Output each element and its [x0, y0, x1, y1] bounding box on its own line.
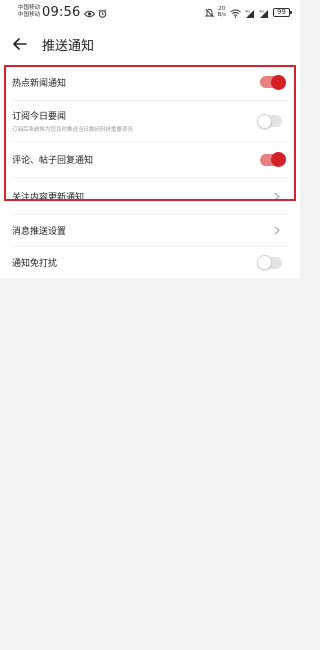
do-not-disturb-label: 通知免打扰	[12, 259, 58, 269]
alarm-icon	[98, 3, 107, 22]
daily-brief-label: 订阅今日要闻	[12, 112, 67, 122]
eye-icon	[84, 3, 96, 22]
battery-level: 99	[277, 7, 286, 16]
daily-brief-desc: 订阅后系统将为您及时推送当日数码科技重要资讯	[12, 127, 134, 133]
setting-do-not-disturb[interactable]: 通知免打扰	[0, 247, 300, 278]
carrier-2: 中国移动	[18, 12, 41, 18]
setting-follow-updates[interactable]: 关注内容更新通知	[0, 178, 300, 214]
status-bar: 中国移动 中国移动 09:56 20 B/s 4G 4G 99	[0, 0, 300, 24]
mute-bell-icon	[204, 3, 214, 22]
signal-icon-2: 4G	[259, 3, 269, 22]
settings-list: 热点新闻通知 订阅今日要闻 订阅后系统将为您及时推送当日数码科技重要资讯 评论、…	[0, 64, 300, 278]
net-speed-unit: B/s	[217, 12, 227, 18]
do-not-disturb-toggle[interactable]	[257, 255, 282, 270]
arrow-left-icon	[13, 35, 27, 54]
comment-reply-toggle[interactable]	[260, 152, 286, 167]
chevron-right-icon	[272, 226, 282, 236]
comment-reply-label: 评论、帖子回复通知	[12, 156, 94, 166]
follow-updates-label: 关注内容更新通知	[12, 192, 85, 203]
chevron-right-icon	[272, 191, 282, 201]
status-time: 09:56	[42, 4, 81, 20]
svg-text:4G: 4G	[259, 9, 264, 13]
toggle-knob	[271, 152, 286, 167]
net-speed: 20 B/s	[218, 6, 227, 18]
carrier-1: 中国移动	[18, 5, 41, 11]
toggle-knob	[257, 113, 272, 129]
hot-news-toggle[interactable]	[260, 74, 286, 90]
battery-icon: 99	[273, 7, 292, 17]
toggle-knob	[257, 255, 272, 270]
daily-brief-toggle[interactable]	[257, 113, 282, 129]
app-header: 推送通知	[0, 24, 300, 64]
setting-comment-reply[interactable]: 评论、帖子回复通知	[0, 142, 300, 177]
signal-icon-1: 4G	[245, 3, 255, 22]
hot-news-label: 热点新闻通知	[12, 78, 67, 89]
svg-text:4G: 4G	[245, 9, 250, 13]
setting-push-settings[interactable]: 消息推送设置	[0, 215, 300, 246]
back-button[interactable]	[2, 24, 38, 64]
wifi-icon	[230, 3, 241, 22]
push-settings-label: 消息推送设置	[12, 227, 67, 237]
setting-hot-news[interactable]: 热点新闻通知	[0, 64, 300, 100]
setting-daily-brief[interactable]: 订阅今日要闻 订阅后系统将为您及时推送当日数码科技重要资讯	[0, 101, 300, 141]
carrier-labels: 中国移动 中国移动	[18, 5, 40, 19]
toggle-knob	[271, 74, 286, 90]
page-title: 推送通知	[42, 38, 95, 54]
